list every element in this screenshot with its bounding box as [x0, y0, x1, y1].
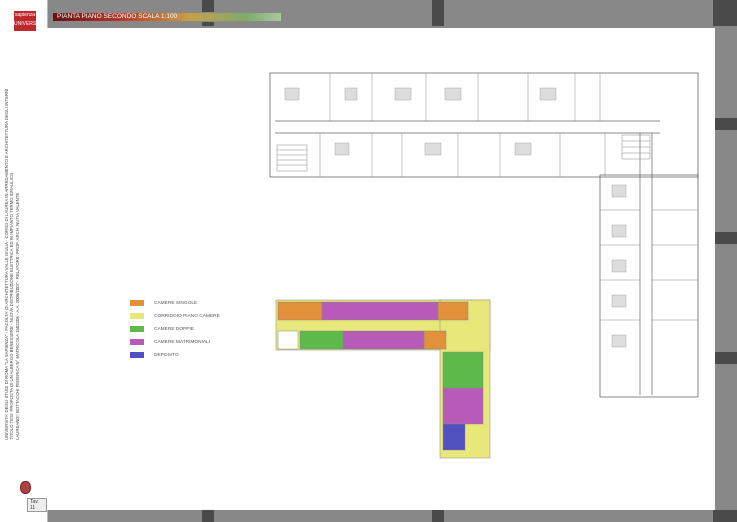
legend-label: CAMERE MATRIMONIALI — [154, 340, 211, 345]
single-room-zone — [423, 330, 447, 350]
legend-item-matrimonial: CAMERE MATRIMONIALI — [130, 339, 290, 347]
legend-label: DEPOSITO — [154, 353, 179, 358]
single-room-zone — [437, 301, 469, 321]
colored-key-plan — [275, 299, 491, 459]
legend-label: CAMERE SINGOLE — [154, 301, 198, 306]
twin-room-zone — [299, 330, 344, 350]
twin-room-zone — [442, 351, 484, 389]
legend-item-corridor: CORRIDOIO PIANO CAMERE — [130, 313, 290, 321]
legend-swatch — [130, 300, 144, 306]
legend-label: CAMERE DOPPIE — [154, 327, 194, 332]
legend-swatch — [130, 313, 144, 319]
storage-zone — [442, 423, 466, 451]
legend-swatch — [130, 326, 144, 332]
double-bed-room-zone — [442, 387, 484, 425]
legend-swatch — [130, 352, 144, 358]
legend-item-deposit: DEPOSITO — [130, 352, 290, 360]
legend-item-single: CAMERE SINGOLE — [130, 300, 290, 308]
legend-label: CORRIDOIO PIANO CAMERE — [154, 314, 220, 319]
double-bed-room-zone — [321, 301, 439, 321]
legend-swatch — [130, 339, 144, 345]
legend-item-doubles: CAMERE DOPPIE — [130, 326, 290, 334]
double-bed-room-zone — [342, 330, 425, 350]
